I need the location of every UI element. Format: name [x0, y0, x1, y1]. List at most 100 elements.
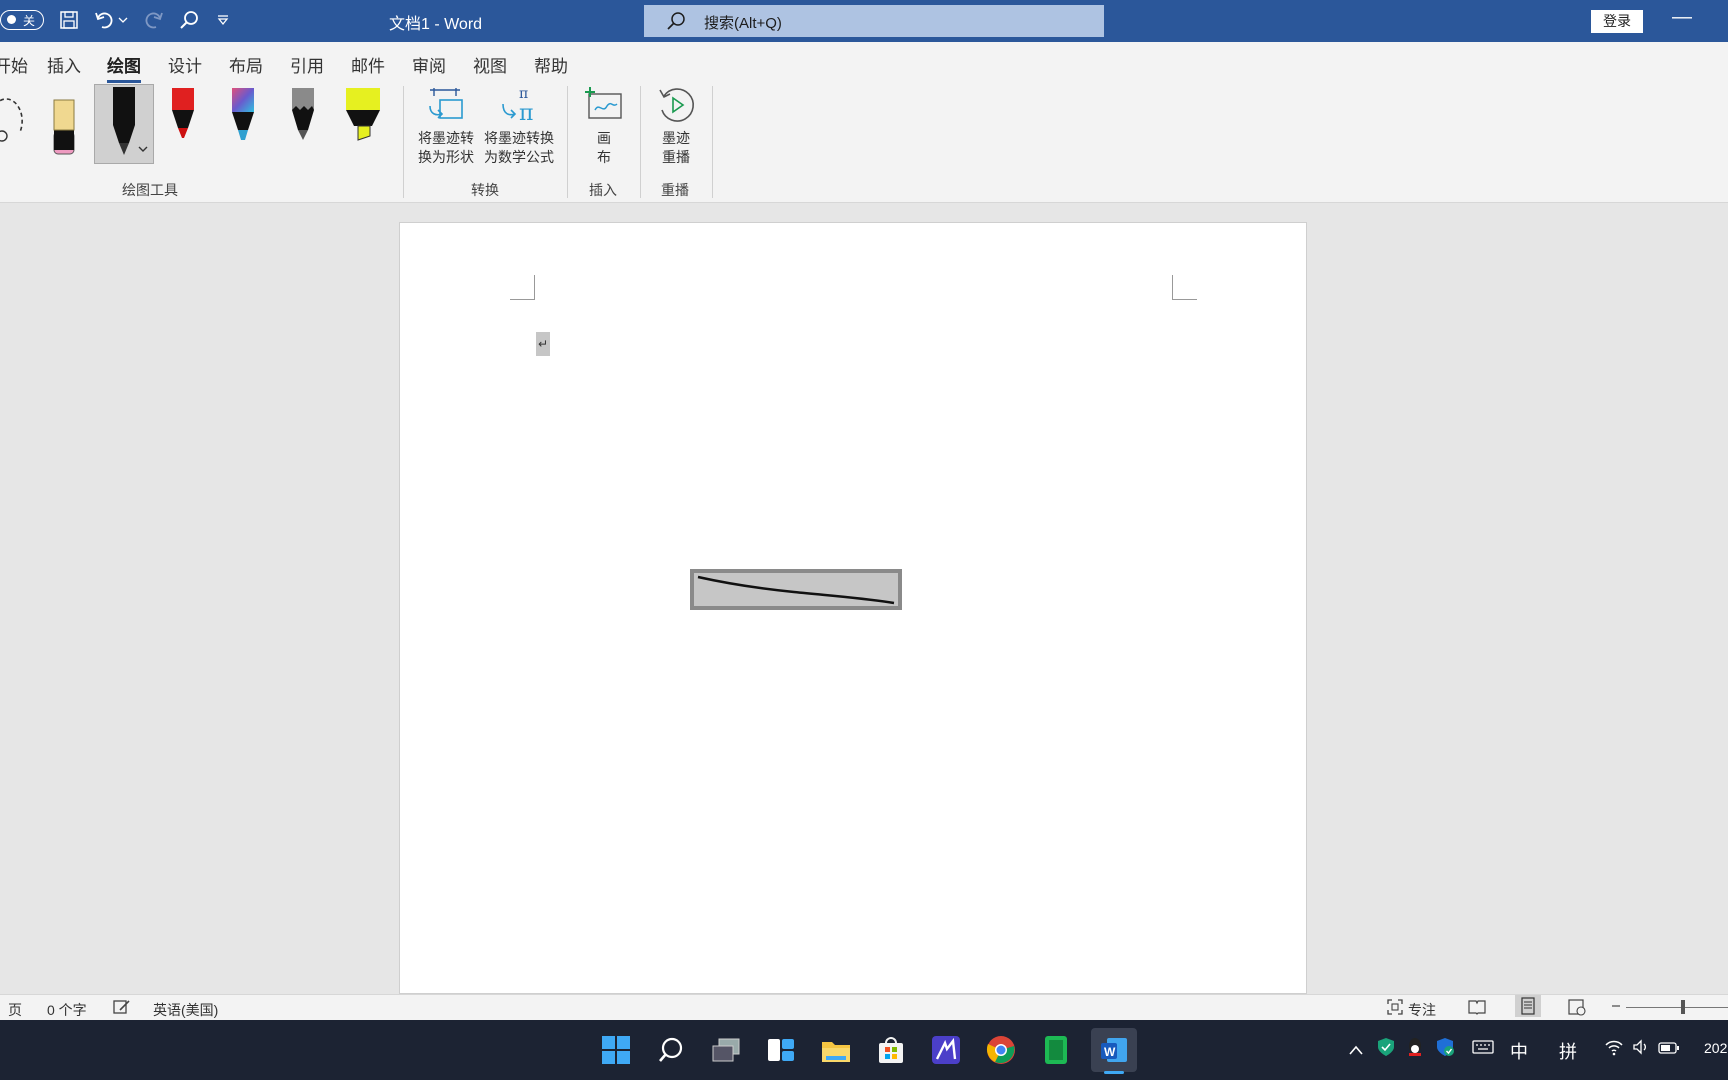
tab-review[interactable]: 审阅: [412, 52, 446, 77]
word-app-icon[interactable]: W: [1091, 1028, 1137, 1072]
language-indicator[interactable]: 英语(美国): [153, 1000, 218, 1020]
undo-icon[interactable]: [94, 9, 116, 31]
qq-icon[interactable]: [1406, 1037, 1424, 1062]
ink-to-math-label-1: 将墨迹转换: [484, 130, 554, 146]
zoom-out-icon[interactable]: [1610, 997, 1622, 1018]
tab-design[interactable]: 设计: [168, 52, 202, 77]
green-app-icon[interactable]: [1036, 1030, 1076, 1070]
ink-replay-button[interactable]: 墨迹 重播: [648, 86, 704, 167]
ink-drawing-canvas[interactable]: [690, 569, 902, 610]
ink-to-shape-icon: [429, 88, 463, 119]
proofing-icon[interactable]: [112, 998, 132, 1019]
minimize-button[interactable]: —: [1670, 6, 1694, 30]
tab-home[interactable]: 开始: [0, 52, 28, 77]
tab-insert[interactable]: 插入: [47, 52, 81, 77]
drawing-canvas-icon: [585, 87, 622, 119]
search-box[interactable]: 搜索(Alt+Q): [644, 5, 1104, 37]
page-indicator[interactable]: 页: [8, 1000, 22, 1020]
battery-icon[interactable]: [1658, 1039, 1680, 1060]
keyboard-icon[interactable]: [1472, 1039, 1494, 1060]
ink-to-math-button[interactable]: ππ 将墨迹转换 为数学公式: [479, 86, 559, 167]
document-title: 文档1 - Word: [389, 16, 483, 33]
chrome-icon[interactable]: [981, 1030, 1021, 1070]
canvas-label-2: 布: [597, 149, 611, 165]
read-mode-icon[interactable]: [1467, 998, 1487, 1019]
ink-replay-label-2: 重播: [662, 149, 690, 165]
galaxy-pen-tool[interactable]: [216, 86, 272, 162]
microsoft-store-icon[interactable]: [871, 1030, 911, 1070]
defender-icon[interactable]: [1435, 1037, 1455, 1062]
tab-help[interactable]: 帮助: [534, 52, 568, 77]
volume-icon[interactable]: [1632, 1038, 1650, 1061]
group-label-draw-tools: 绘图工具: [122, 182, 178, 198]
save-icon[interactable]: [58, 9, 80, 31]
web-layout-icon[interactable]: [1567, 998, 1587, 1019]
ink-replay-icon: [659, 88, 694, 122]
redo-icon[interactable]: [142, 9, 164, 31]
focus-mode-label[interactable]: 专注: [1408, 1000, 1436, 1020]
ink-replay-label-1: 墨迹: [662, 130, 690, 146]
paragraph-mark: ↵: [536, 332, 550, 356]
ime-chinese-indicator[interactable]: 中: [1510, 1038, 1528, 1064]
svg-text:π: π: [519, 101, 533, 124]
active-app-indicator: [1104, 1071, 1124, 1074]
group-label-replay: 重播: [661, 182, 689, 198]
ink-to-shape-label-1: 将墨迹转: [418, 130, 474, 146]
ink-to-shape-label-2: 换为形状: [418, 149, 474, 165]
search-icon: [666, 11, 686, 36]
ime-pinyin-indicator[interactable]: 拼: [1559, 1038, 1577, 1064]
group-separator: [403, 86, 404, 198]
black-pen-tool[interactable]: [94, 84, 154, 164]
search-placeholder: 搜索(Alt+Q): [704, 15, 782, 32]
lasso-select-tool[interactable]: [0, 86, 36, 162]
security-shield-icon[interactable]: [1377, 1037, 1395, 1062]
customize-qat-icon[interactable]: [212, 9, 234, 31]
undo-dropdown-icon[interactable]: [117, 9, 129, 31]
group-separator: [640, 86, 641, 198]
eraser-tool[interactable]: [36, 86, 92, 162]
ink-to-shape-button[interactable]: 将墨迹转 换为形状: [412, 86, 480, 167]
red-pen-tool[interactable]: [156, 86, 212, 162]
file-explorer-icon[interactable]: [816, 1030, 856, 1070]
status-bar: 页 0 个字 英语(美国) 专注: [0, 994, 1728, 1021]
svg-text:W: W: [1104, 1045, 1116, 1059]
group-separator: [712, 86, 713, 198]
tab-references[interactable]: 引用: [290, 52, 324, 77]
task-view-icon[interactable]: [706, 1030, 746, 1070]
print-layout-icon[interactable]: [1515, 995, 1541, 1017]
start-icon[interactable]: [596, 1030, 636, 1070]
show-hidden-icons-icon[interactable]: [1348, 1040, 1364, 1061]
group-label-convert: 转换: [471, 182, 499, 198]
focus-icon[interactable]: [1386, 998, 1404, 1019]
highlighter-tool[interactable]: [336, 86, 392, 162]
find-icon[interactable]: [178, 9, 200, 31]
login-button[interactable]: 登录: [1591, 10, 1643, 33]
title-bar: 关 文档1 - Word 搜索(Alt+Q) 登录 —: [0, 0, 1728, 42]
tab-view[interactable]: 视图: [473, 52, 507, 77]
ink-to-math-icon: ππ: [502, 86, 533, 126]
margin-corner-left: [510, 275, 535, 300]
autosave-state-label: 关: [23, 14, 36, 28]
zoom-slider-track[interactable]: [1626, 1007, 1728, 1008]
group-label-insert: 插入: [589, 182, 617, 198]
zoom-slider-thumb[interactable]: [1681, 1000, 1685, 1014]
ink-stroke: [697, 575, 895, 605]
wifi-icon[interactable]: [1604, 1038, 1624, 1061]
search-icon[interactable]: [651, 1030, 691, 1070]
tab-mailings[interactable]: 邮件: [351, 52, 385, 77]
word-count[interactable]: 0 个字: [47, 1000, 87, 1020]
autosave-toggle[interactable]: 关: [0, 10, 44, 30]
tab-draw[interactable]: 绘图: [107, 52, 141, 83]
pencil-tool[interactable]: [276, 86, 332, 162]
group-separator: [567, 86, 568, 198]
margin-corner-right: [1172, 275, 1197, 300]
canvas-label-1: 画: [597, 130, 611, 146]
svg-text:π: π: [519, 86, 528, 102]
tab-layout[interactable]: 布局: [229, 52, 263, 77]
clock[interactable]: 202: [1704, 1040, 1727, 1056]
toggle-knob: [7, 15, 16, 24]
ink-to-math-label-2: 为数学公式: [484, 149, 554, 165]
app-icon[interactable]: [926, 1030, 966, 1070]
widgets-icon[interactable]: [761, 1030, 801, 1070]
drawing-canvas-button[interactable]: 画 布: [578, 86, 630, 167]
